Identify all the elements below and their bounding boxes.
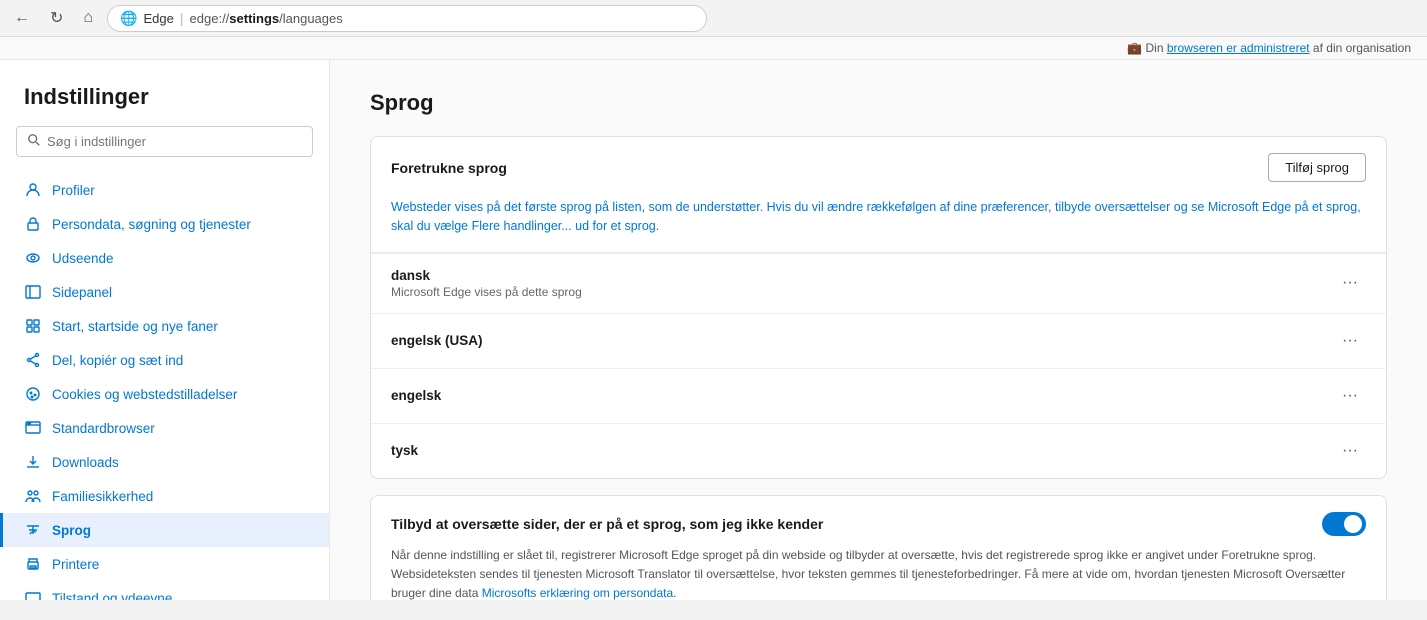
briefcase-icon: 💼 (1127, 41, 1142, 55)
sidebar-item-profiles-label: Profiler (52, 183, 95, 198)
translate-header: Tilbyd at oversætte sider, der er på et … (391, 512, 1366, 536)
org-text-after: af din organisation (1310, 41, 1411, 55)
sidebar-item-appearance-label: Udseende (52, 251, 114, 266)
more-actions-link[interactable]: Flere handlinger... (472, 219, 572, 233)
search-input[interactable] (47, 134, 302, 149)
add-language-button[interactable]: Tilføj sprog (1268, 153, 1366, 182)
org-link[interactable]: browseren er administreret (1167, 41, 1310, 55)
home-button[interactable]: ⌂ (77, 5, 99, 31)
url-bold: settings (229, 11, 279, 26)
sidebar-item-share-label: Del, kopiér og sæt ind (52, 353, 183, 368)
address-divider: | (180, 10, 184, 26)
app-layout: Indstillinger Profiler Persondata, søgni… (0, 60, 1427, 600)
download-icon (24, 453, 42, 471)
sidebar-item-cookies[interactable]: Cookies og webstedstilladelser (0, 377, 329, 411)
sidebar-item-sidepanel[interactable]: Sidepanel (0, 275, 329, 309)
translate-desc-end: . (673, 586, 676, 600)
sidebar-item-language-label: Sprog (52, 523, 91, 538)
sidebar-item-share[interactable]: Del, kopiér og sæt ind (0, 343, 329, 377)
search-icon (27, 133, 41, 150)
refresh-button[interactable]: ↻ (44, 4, 69, 32)
danish-more-button[interactable]: ··· (1334, 270, 1366, 296)
org-text-before: Din (1146, 41, 1167, 55)
preferred-description: Websteder vises på det første sprog på l… (371, 198, 1386, 252)
back-button[interactable]: ← (8, 5, 36, 31)
browser-icon (24, 419, 42, 437)
sidebar-item-downloads-label: Downloads (52, 455, 119, 470)
sidebar-item-family[interactable]: Familiesikkerhed (0, 479, 329, 513)
german-more-button[interactable]: ··· (1334, 438, 1366, 464)
english-lang-name: engelsk (391, 388, 441, 403)
org-bar: 💼 Din browseren er administreret af din … (0, 37, 1427, 60)
language-icon (24, 521, 42, 539)
share-icon (24, 351, 42, 369)
main-content: Sprog Foretrukne sprog Tilføj sprog Webs… (330, 60, 1427, 600)
sidebar-item-privacy[interactable]: Persondata, søgning og tjenester (0, 207, 329, 241)
lock-icon (24, 215, 42, 233)
address-bar[interactable]: 🌐 Edge | edge://settings/languages (107, 5, 707, 32)
english-usa-more-button[interactable]: ··· (1334, 328, 1366, 354)
german-lang-info: tysk (391, 443, 418, 458)
page-title: Sprog (370, 90, 1387, 116)
sidebar-item-start[interactable]: Start, startside og nye faner (0, 309, 329, 343)
english-more-button[interactable]: ··· (1334, 383, 1366, 409)
family-icon (24, 487, 42, 505)
language-row-english: engelsk ··· (371, 368, 1386, 423)
printer-icon (24, 555, 42, 573)
sidebar-title: Indstillinger (0, 84, 329, 126)
start-icon (24, 317, 42, 335)
sidebar-item-privacy-label: Persondata, søgning og tjenester (52, 217, 251, 232)
sidebar-item-printers[interactable]: Printere (0, 547, 329, 581)
german-lang-name: tysk (391, 443, 418, 458)
translate-card: Tilbyd at oversætte sider, der er på et … (370, 495, 1387, 601)
sidebar-item-performance[interactable]: Tilstand og ydeevne (0, 581, 329, 600)
sidebar-item-cookies-label: Cookies og webstedstilladelser (52, 387, 237, 402)
sidebar-item-default-browser[interactable]: Standardbrowser (0, 411, 329, 445)
sidebar: Indstillinger Profiler Persondata, søgni… (0, 60, 330, 600)
sidebar-item-start-label: Start, startside og nye faner (52, 319, 218, 334)
language-row-english-usa: engelsk (USA) ··· (371, 313, 1386, 368)
browser-name-label: Edge (144, 11, 174, 26)
url-rest: /languages (279, 11, 343, 26)
translate-title: Tilbyd at oversætte sider, der er på et … (391, 516, 823, 532)
translate-toggle[interactable] (1322, 512, 1366, 536)
sidebar-item-sidepanel-label: Sidepanel (52, 285, 112, 300)
edge-logo-icon: 🌐 (120, 10, 137, 27)
sidebar-item-downloads[interactable]: Downloads (0, 445, 329, 479)
sidebar-icon (24, 283, 42, 301)
preferred-title: Foretrukne sprog (391, 160, 507, 176)
search-box[interactable] (16, 126, 313, 157)
sidebar-item-appearance[interactable]: Udseende (0, 241, 329, 275)
person-icon (24, 181, 42, 199)
preferred-languages-card: Foretrukne sprog Tilføj sprog Websteder … (370, 136, 1387, 479)
cookie-icon (24, 385, 42, 403)
danish-lang-info: dansk Microsoft Edge vises på dette spro… (391, 268, 582, 299)
eye-icon (24, 249, 42, 267)
language-row-german: tysk ··· (371, 423, 1386, 478)
sidebar-item-language[interactable]: Sprog (0, 513, 329, 547)
danish-lang-name: dansk (391, 268, 582, 283)
translate-description: Når denne indstilling er slået til, regi… (391, 546, 1366, 601)
browser-chrome: ← ↻ ⌂ 🌐 Edge | edge://settings/languages (0, 0, 1427, 37)
language-row-danish: dansk Microsoft Edge vises på dette spro… (371, 253, 1386, 313)
preferred-header: Foretrukne sprog Tilføj sprog (371, 137, 1386, 198)
privacy-policy-link[interactable]: Microsofts erklæring om persondata (482, 586, 673, 600)
address-url: edge://settings/languages (190, 11, 343, 26)
sidebar-item-profiles[interactable]: Profiler (0, 173, 329, 207)
sidebar-item-performance-label: Tilstand og ydeevne (52, 591, 172, 601)
sidebar-item-default-browser-label: Standardbrowser (52, 421, 155, 436)
sidebar-item-printers-label: Printere (52, 557, 99, 572)
toggle-slider (1322, 512, 1366, 536)
danish-lang-sub: Microsoft Edge vises på dette sprog (391, 285, 582, 299)
sidebar-item-family-label: Familiesikkerhed (52, 489, 153, 504)
english-usa-lang-name: engelsk (USA) (391, 333, 483, 348)
url-protocol: edge:// (190, 11, 230, 26)
english-usa-lang-info: engelsk (USA) (391, 333, 483, 348)
english-lang-info: engelsk (391, 388, 441, 403)
performance-icon (24, 589, 42, 600)
